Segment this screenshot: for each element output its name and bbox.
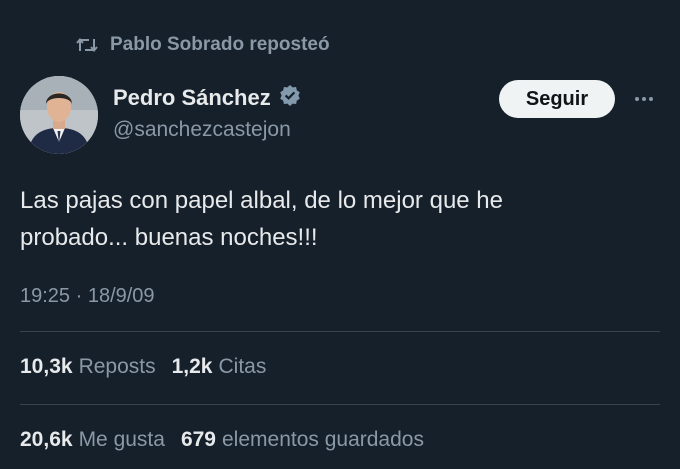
tweet-text: Las pajas con papel albal, de lo mejor q… [20, 182, 660, 256]
repost-banner[interactable]: Pablo Sobrado reposteó [76, 34, 330, 56]
likes-count[interactable]: 20,6k [20, 428, 73, 452]
more-options-icon[interactable] [628, 86, 660, 112]
repost-icon [76, 36, 98, 54]
bookmarks-count[interactable]: 679 [181, 428, 216, 452]
verified-badge-icon [279, 84, 301, 111]
author-display-name[interactable]: Pedro Sánchez [113, 85, 271, 111]
profile-photo [20, 76, 98, 154]
follow-button[interactable]: Seguir [499, 80, 615, 118]
avatar[interactable] [20, 76, 98, 154]
more-dot [642, 97, 646, 101]
tweet-timestamp[interactable]: 19:25 · 18/9/09 [20, 285, 155, 308]
likes-label[interactable]: Me gusta [79, 428, 165, 452]
author-handle[interactable]: @sanchezcastejon [113, 118, 291, 142]
tweet-text-line: Las pajas con papel albal, de lo mejor q… [20, 187, 503, 214]
more-dot [635, 97, 639, 101]
repost-banner-text: Pablo Sobrado reposteó [110, 34, 330, 55]
more-dot [649, 97, 653, 101]
quotes-label[interactable]: Citas [218, 355, 266, 379]
author-name-row[interactable]: Pedro Sánchez [113, 84, 301, 111]
divider [20, 404, 660, 405]
reposts-count[interactable]: 10,3k [20, 355, 73, 379]
reposts-label[interactable]: Reposts [79, 355, 156, 379]
quotes-count[interactable]: 1,2k [172, 355, 213, 379]
stats-row-reposts: 10,3k Reposts 1,2k Citas [20, 355, 266, 379]
divider [20, 331, 660, 332]
tweet-text-line: probado... buenas noches!!! [20, 224, 318, 251]
stats-row-likes: 20,6k Me gusta 679 elementos guardados [20, 428, 424, 452]
bookmarks-label[interactable]: elementos guardados [222, 428, 424, 452]
